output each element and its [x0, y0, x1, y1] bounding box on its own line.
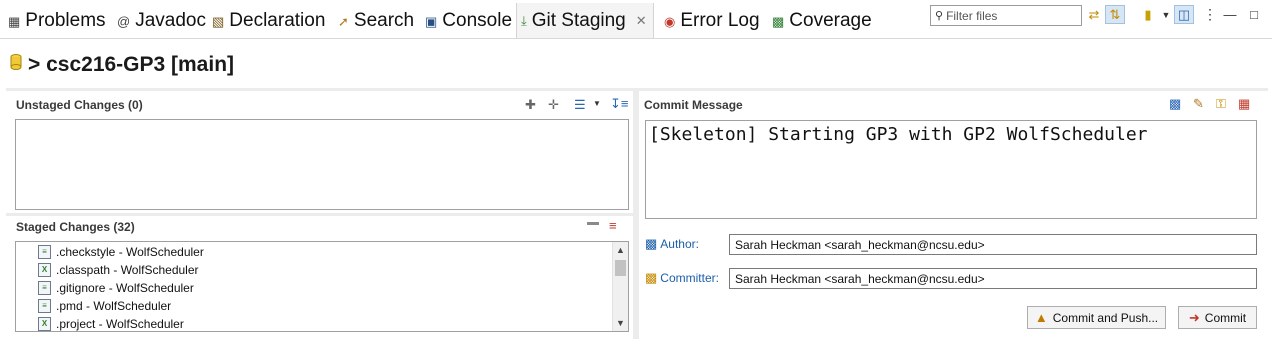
unstaged-changes-title: Unstaged Changes (0) [16, 98, 143, 112]
author-label[interactable]: ▩ Author: [645, 234, 699, 254]
tab-search[interactable]: ➚ Search [338, 6, 414, 36]
text-file-icon: ≡ [38, 299, 51, 313]
xml-file-icon: X [38, 263, 51, 277]
tab-declaration[interactable]: ▧ Declaration [212, 6, 325, 36]
repository-header: > csc216-GP3 [main] [10, 52, 234, 78]
commit-message-title: Commit Message [644, 98, 743, 112]
unstage-selected-icon[interactable] [587, 222, 599, 225]
scroll-up-icon[interactable]: ▲ [613, 245, 628, 255]
file-name: .gitignore - WolfScheduler [56, 281, 194, 295]
repository-icon[interactable]: ▮ [1138, 5, 1158, 24]
list-item[interactable]: X .classpath - WolfScheduler [38, 261, 199, 279]
text-file-icon: ≡ [38, 281, 51, 295]
error-log-icon: ◉ [664, 13, 676, 29]
search-icon: ➚ [338, 13, 349, 29]
declaration-icon: ▧ [212, 13, 225, 29]
commit-button[interactable]: ➜ Commit [1178, 306, 1257, 329]
close-icon[interactable]: ✕ [636, 13, 647, 29]
layout-toggle-icon[interactable]: ◫ [1174, 5, 1194, 24]
staged-changes-list[interactable]: ≡ .checkstyle - WolfScheduler X .classpa… [15, 241, 629, 332]
tab-error-log[interactable]: ◉ Error Log [664, 6, 760, 36]
link-with-selection-icon[interactable]: ⇅ [1105, 5, 1125, 24]
sort-icon[interactable]: ↧≡ [610, 97, 628, 110]
coverage-icon: ▩ [772, 13, 785, 29]
committer-label-text: Committer: [660, 271, 719, 285]
vertical-sash[interactable] [633, 91, 639, 339]
view-tab-bar: ▦ Problems @ Javadoc ▧ Declaration ➚ Sea… [0, 0, 1272, 39]
problems-icon: ▦ [8, 13, 21, 29]
tab-problems[interactable]: ▦ Problems [8, 6, 106, 36]
unstaged-changes-list[interactable] [15, 119, 629, 210]
horizontal-sash[interactable] [6, 213, 633, 216]
tab-label: Javadoc [135, 10, 206, 31]
file-name: .project - WolfScheduler [56, 317, 184, 331]
list-item[interactable]: ≡ .gitignore - WolfScheduler [38, 279, 194, 297]
push-icon: ▲ [1034, 310, 1048, 325]
tab-label: Coverage [789, 10, 872, 31]
committer-field[interactable]: Sarah Heckman <sarah_heckman@ncsu.edu> [729, 268, 1257, 289]
minimize-icon[interactable]: — [1220, 5, 1240, 24]
git-staging-icon: ⤓ [521, 13, 527, 28]
tab-label: Console [442, 10, 513, 31]
unstage-all-icon[interactable]: ≡ [609, 219, 617, 232]
refresh-icon[interactable]: ⇄ [1084, 5, 1104, 24]
committer-icon: ▩ [645, 270, 658, 285]
tab-label: Error Log [680, 10, 760, 31]
commit-label: Commit [1204, 310, 1247, 325]
tab-javadoc[interactable]: @ Javadoc [117, 6, 206, 36]
committer-label[interactable]: ▩ Committer: [645, 268, 719, 288]
author-field[interactable]: Sarah Heckman <sarah_heckman@ncsu.edu> [729, 234, 1257, 255]
sign-commit-icon[interactable]: ⚿ [1216, 97, 1226, 110]
stage-selected-icon[interactable]: ✚ [525, 98, 536, 111]
javadoc-icon: @ [117, 13, 131, 29]
filter-placeholder: Filter files [946, 8, 998, 23]
repository-title: > csc216-GP3 [main] [28, 53, 235, 76]
list-item[interactable]: ≡ .pmd - WolfScheduler [38, 297, 171, 315]
tab-label: Problems [25, 10, 106, 31]
repository-icon [10, 53, 22, 77]
tab-git-staging[interactable]: ⤓ Git Staging ✕ [516, 3, 654, 38]
add-signed-off-by-icon[interactable]: ▩ [1169, 97, 1181, 110]
add-change-id-icon[interactable]: ▦ [1238, 97, 1250, 110]
commit-message-input[interactable]: [Skeleton] Starting GP3 with GP2 WolfSch… [645, 120, 1257, 219]
tab-label: Declaration [229, 10, 326, 31]
commit-and-push-button[interactable]: ▲ Commit and Push... [1027, 306, 1166, 329]
xml-file-icon: X [38, 317, 51, 331]
file-name: .checkstyle - WolfScheduler [56, 245, 204, 259]
author-label-text: Author: [660, 237, 699, 251]
staged-list-scrollbar[interactable]: ▲ ▼ [612, 242, 628, 331]
staged-changes-title: Staged Changes (32) [16, 220, 135, 234]
chevron-down-icon[interactable]: ▼ [1156, 5, 1176, 24]
scroll-thumb[interactable] [615, 260, 626, 276]
list-item[interactable]: X .project - WolfScheduler [38, 315, 184, 331]
amend-icon[interactable]: ✎ [1193, 97, 1204, 110]
list-item[interactable]: ≡ .checkstyle - WolfScheduler [38, 243, 204, 261]
tab-coverage[interactable]: ▩ Coverage [772, 6, 872, 36]
commit-icon: ➜ [1188, 309, 1200, 325]
file-name: .pmd - WolfScheduler [56, 299, 172, 313]
tab-label: Git Staging [531, 9, 626, 31]
commit-and-push-label: Commit and Push... [1052, 310, 1159, 325]
author-icon: ▩ [645, 236, 658, 251]
view-menu-icon[interactable]: ⋮ [1200, 5, 1220, 24]
file-name: .classpath - WolfScheduler [56, 263, 199, 277]
search-icon: ⚲ [935, 10, 944, 22]
stage-all-icon[interactable]: ✛ [548, 98, 559, 111]
text-file-icon: ≡ [38, 245, 51, 259]
maximize-icon[interactable]: □ [1244, 5, 1264, 24]
filter-files-input[interactable]: ⚲ Filter files [930, 5, 1082, 26]
tab-label: Search [353, 10, 415, 31]
scroll-down-icon[interactable]: ▼ [613, 318, 628, 328]
tab-console[interactable]: ▣ Console [425, 6, 512, 36]
chevron-down-icon[interactable]: ▼ [593, 100, 601, 108]
console-icon: ▣ [425, 13, 438, 29]
presentation-list-icon[interactable]: ☰ [574, 98, 586, 111]
